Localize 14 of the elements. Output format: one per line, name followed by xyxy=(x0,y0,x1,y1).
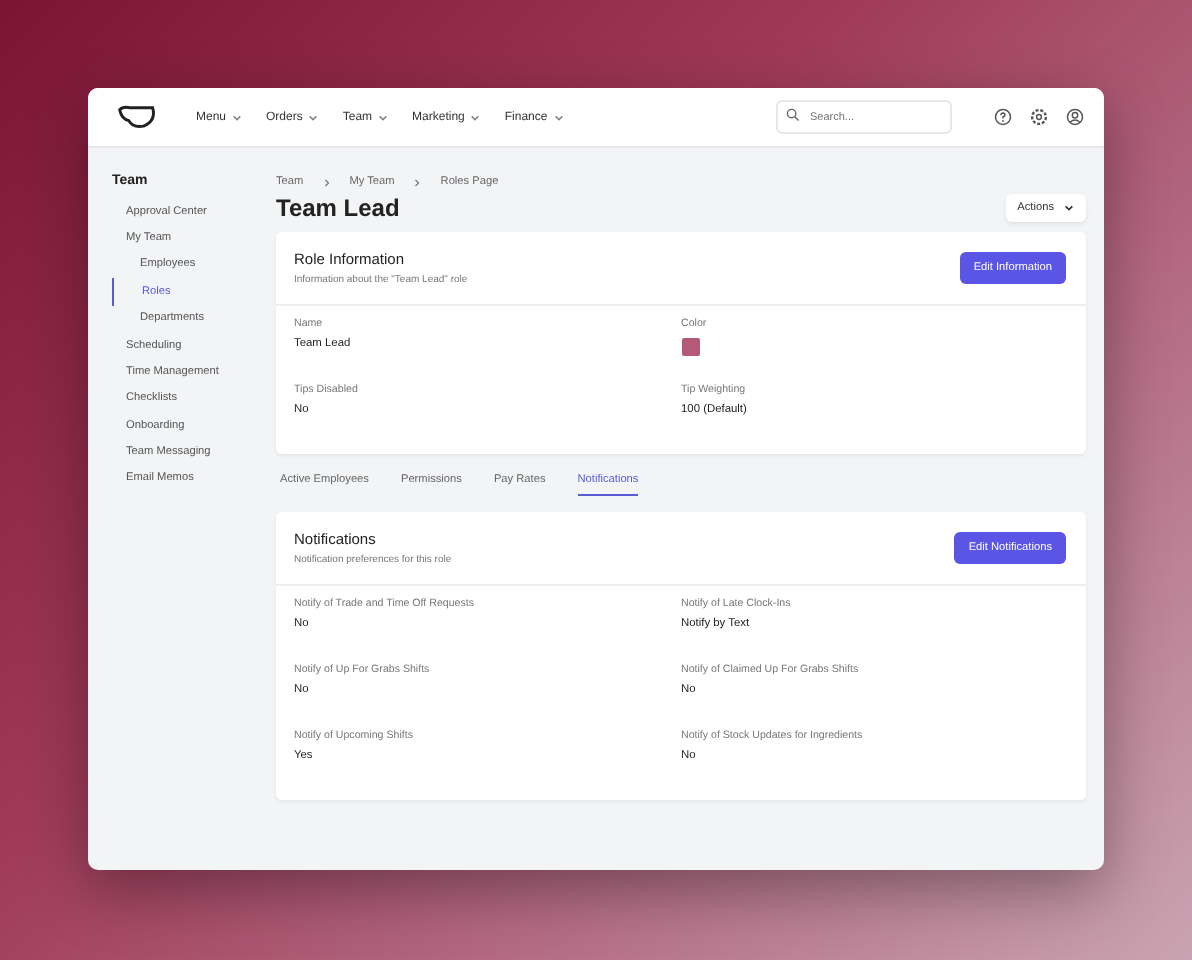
user-avatar-icon[interactable] xyxy=(1066,108,1084,126)
caret-icon xyxy=(470,113,481,121)
cup-logo-icon xyxy=(116,104,160,130)
page-title: Team Lead xyxy=(276,194,400,222)
caret-icon xyxy=(553,113,564,121)
caret-icon xyxy=(1064,204,1074,212)
help-icon[interactable] xyxy=(994,108,1012,126)
caret-icon xyxy=(378,113,389,121)
search-icon xyxy=(786,108,800,122)
chevron-right-icon xyxy=(414,177,421,187)
caret-icon xyxy=(232,113,243,121)
settings-icon[interactable] xyxy=(1030,108,1048,126)
caret-icon xyxy=(308,113,319,121)
chevron-right-icon xyxy=(323,177,330,187)
